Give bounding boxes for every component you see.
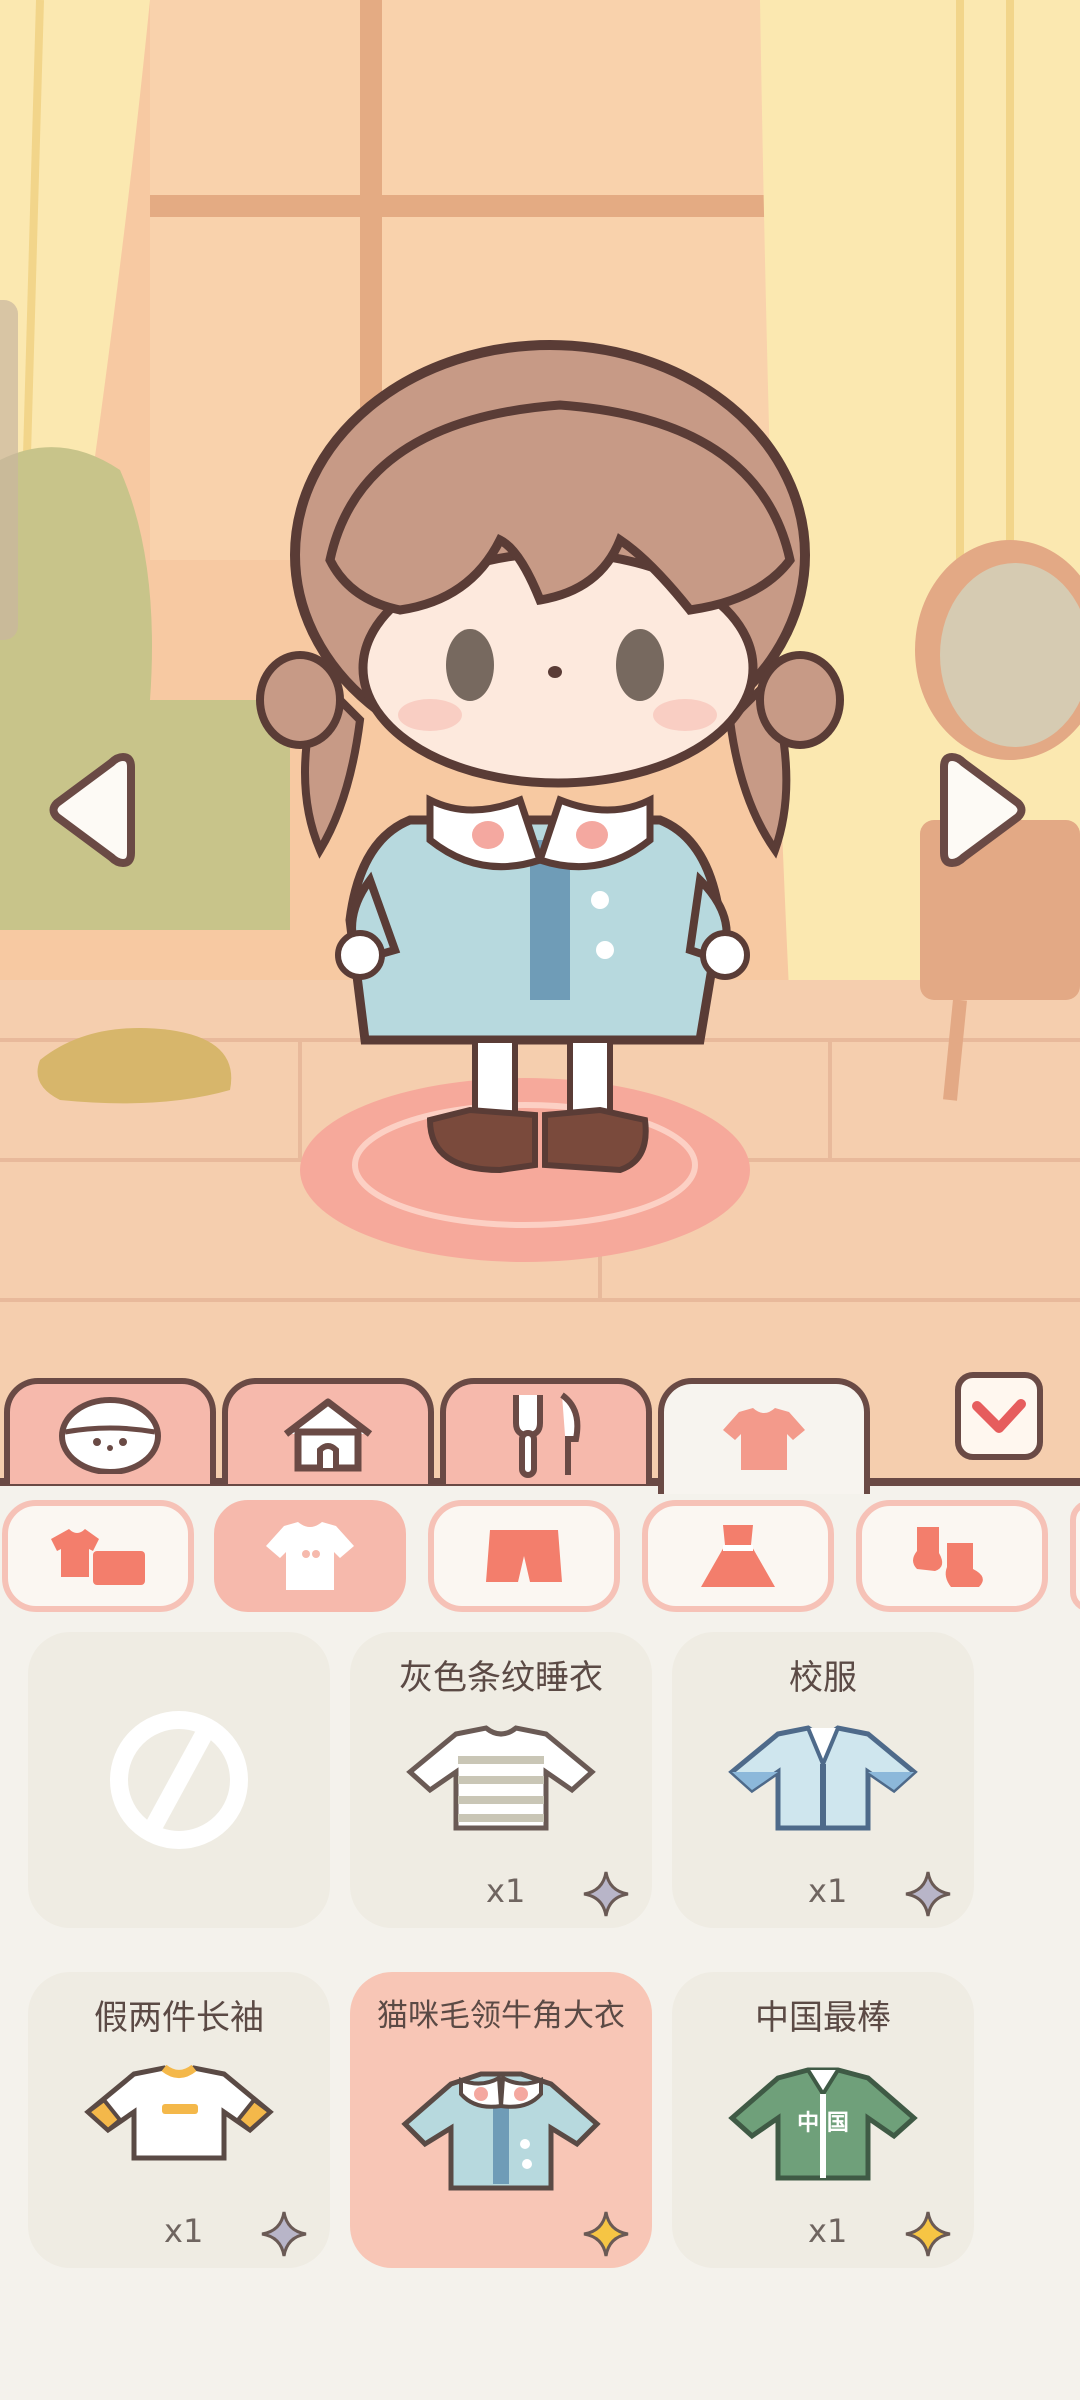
- school-uniform-icon: [728, 1725, 918, 1831]
- star-icon[interactable]: [904, 2210, 952, 2258]
- room-scene: [0, 0, 1080, 1480]
- subcat-pants[interactable]: [428, 1500, 620, 1612]
- star-icon[interactable]: [582, 2210, 630, 2258]
- item-name: 校服: [789, 1658, 857, 1698]
- next-arrow-icon[interactable]: [940, 745, 1030, 875]
- item-card-selected[interactable]: 猫咪毛领牛角大衣: [350, 1972, 652, 2268]
- layered-long-sleeve-icon: [84, 2064, 274, 2161]
- outfit-set-icon: [51, 1529, 145, 1585]
- subcat-dress[interactable]: [642, 1500, 834, 1612]
- house-icon: [283, 1398, 373, 1472]
- striped-pajama-icon: [406, 1725, 596, 1831]
- subcat-top[interactable]: [214, 1500, 406, 1612]
- item-name: 猫咪毛领牛角大衣: [377, 1998, 625, 2034]
- item-card[interactable]: 灰色条纹睡衣 x1: [350, 1632, 652, 1928]
- item-name: 灰色条纹睡衣: [399, 1658, 603, 1698]
- pants-icon: [486, 1530, 562, 1582]
- top-icon: [266, 1522, 354, 1590]
- china-jacket-icon: 中 国: [728, 2067, 918, 2181]
- item-card[interactable]: 假两件长袖 x1: [28, 1972, 330, 2268]
- item-name: 假两件长袖: [94, 1998, 264, 2038]
- tab-clothes[interactable]: [658, 1378, 870, 1494]
- checkmark-icon: [972, 1399, 1026, 1433]
- item-quantity: x1: [808, 2212, 848, 2250]
- star-icon[interactable]: [260, 2210, 308, 2258]
- item-quantity: x1: [808, 1872, 848, 1910]
- item-card[interactable]: 中国最棒 中 国 x1: [672, 1972, 974, 2268]
- tab-face[interactable]: [4, 1378, 216, 1484]
- item-name: 中国最棒: [755, 1998, 891, 2038]
- confirm-button[interactable]: [955, 1372, 1043, 1460]
- face-icon: [59, 1397, 161, 1474]
- dress-icon: [701, 1525, 775, 1587]
- subcat-more[interactable]: [1070, 1500, 1080, 1612]
- tab-food[interactable]: [440, 1378, 652, 1484]
- jacket-print: 中 国: [797, 2111, 849, 2136]
- tab-home[interactable]: [222, 1378, 434, 1484]
- socks-icon: [913, 1527, 983, 1587]
- none-icon: [110, 1711, 248, 1849]
- cat-collar-coat-icon: [401, 2071, 601, 2191]
- subcat-outfit-set[interactable]: [2, 1500, 194, 1612]
- star-icon[interactable]: [904, 1870, 952, 1918]
- item-card[interactable]: 校服 x1: [672, 1632, 974, 1928]
- food-icon: [513, 1392, 581, 1478]
- star-icon[interactable]: [582, 1870, 630, 1918]
- side-drawer-handle[interactable]: [0, 300, 18, 640]
- item-card-none[interactable]: [28, 1632, 330, 1928]
- previous-arrow-icon[interactable]: [45, 745, 135, 875]
- item-quantity: x1: [486, 1872, 526, 1910]
- clothes-icon: [723, 1408, 805, 1470]
- item-quantity: x1: [164, 2212, 204, 2250]
- subcat-socks[interactable]: [856, 1500, 1048, 1612]
